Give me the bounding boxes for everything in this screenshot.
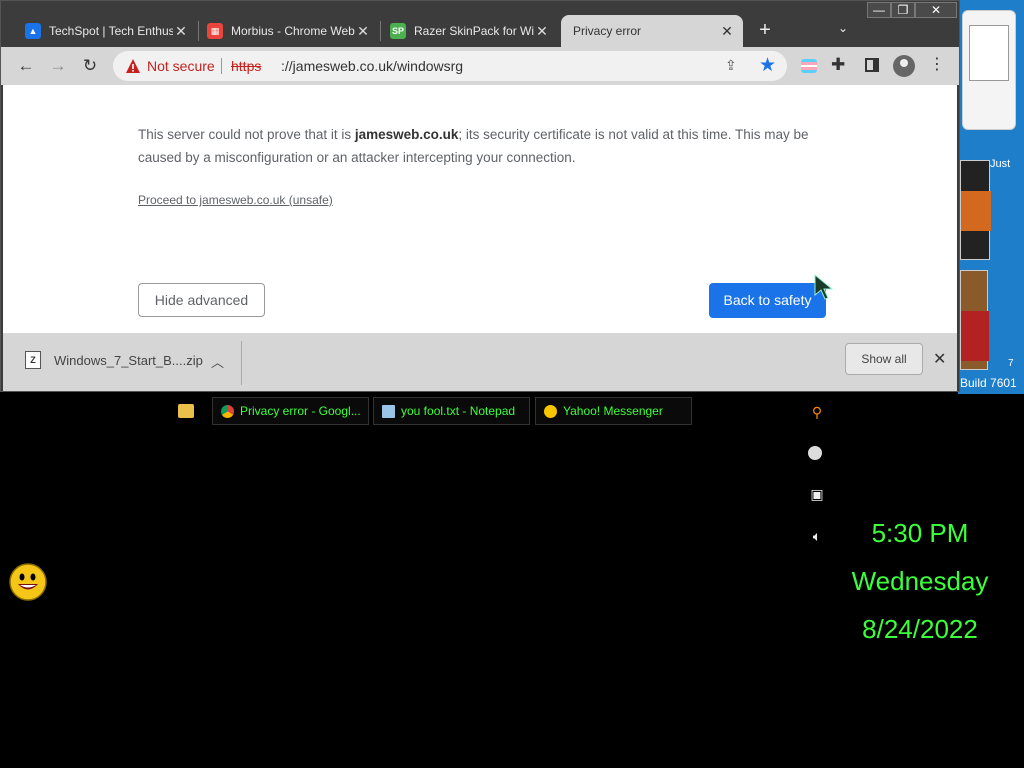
pride-flag-extension-icon[interactable] [801, 59, 817, 73]
folder-icon[interactable] [178, 404, 194, 418]
minimize-button[interactable]: — [867, 2, 891, 18]
close-tab-icon[interactable]: ✕ [355, 23, 371, 40]
windows-build-label: Build 7601 [960, 376, 1017, 390]
warning-triangle-icon [126, 59, 140, 73]
taskbar: Privacy error - Googl... you fool.txt - … [0, 394, 1024, 768]
download-filename[interactable]: Windows_7_Start_B....zip [54, 353, 203, 368]
tab-title: TechSpot | Tech Enthusiasts [49, 24, 173, 38]
tab-privacy-error[interactable]: Privacy error ✕ [561, 15, 743, 47]
taskbar-item-yahoo-messenger[interactable]: Yahoo! Messenger [535, 397, 692, 425]
close-tab-icon[interactable]: ✕ [534, 23, 550, 40]
explanation-text: This server could not prove that it is [138, 127, 355, 142]
chevron-up-icon[interactable]: ︿ [211, 352, 224, 371]
proceed-unsafe-link[interactable]: Proceed to jamesweb.co.uk (unsafe) [138, 193, 333, 207]
maximize-button[interactable]: ❐ [891, 2, 915, 18]
tab-title: Razer SkinPack for Windows [414, 24, 534, 38]
tab-title: Privacy error [573, 24, 642, 38]
mouse-cursor-icon [814, 273, 834, 300]
browser-window: ▲ TechSpot | Tech Enthusiasts ✕ ▦ Morbiu… [0, 0, 960, 392]
share-icon[interactable]: ⇪ [725, 57, 737, 74]
close-window-button[interactable]: ✕ [915, 2, 957, 18]
desktop: Just 7 Build 7601 ▲ TechSpot | Tech Enth… [0, 0, 1024, 768]
desktop-background-strip: Just 7 Build 7601 [958, 0, 1024, 394]
taskbar-item-chrome[interactable]: Privacy error - Googl... [212, 397, 369, 425]
desktop-label: 7 [1008, 358, 1014, 369]
tab-morbius[interactable]: ▦ Morbius - Chrome Web Store ✕ [199, 15, 379, 47]
hide-advanced-button[interactable]: Hide advanced [138, 283, 265, 317]
extensions-puzzle-icon[interactable]: ✚ [831, 55, 845, 75]
techspot-icon: ▲ [25, 23, 41, 39]
search-icon[interactable]: ⚲ [808, 404, 826, 422]
store-icon: ▦ [207, 23, 223, 39]
desktop-label: Just [990, 158, 1011, 170]
privacy-error-page: This server could not prove that it is j… [3, 85, 957, 333]
network-icon[interactable]: ▣ [808, 486, 826, 504]
forward-arrow-icon[interactable]: → [47, 55, 69, 77]
address-divider [221, 58, 222, 74]
reload-icon[interactable]: ↻ [79, 55, 101, 77]
url-scheme: https [231, 58, 262, 74]
new-tab-button[interactable]: + [753, 19, 777, 43]
chrome-icon [221, 404, 234, 418]
clock-date: 8/24/2022 [862, 614, 978, 644]
clock-day: Wednesday [851, 566, 989, 596]
tab-title: Morbius - Chrome Web Store [231, 24, 355, 38]
taskbar-item-label: Privacy error - Googl... [240, 404, 361, 418]
security-status-label[interactable]: Not secure [147, 58, 215, 74]
clock-time[interactable]: 5:30 PM [820, 518, 1020, 549]
back-to-safety-button[interactable]: Back to safety [709, 283, 826, 318]
smiley-emoticon-icon[interactable] [8, 562, 48, 602]
close-tab-icon[interactable]: ✕ [719, 23, 735, 40]
tab-techspot[interactable]: ▲ TechSpot | Tech Enthusiasts ✕ [17, 15, 197, 47]
messenger-status-icon[interactable] [808, 446, 822, 460]
side-panel-icon[interactable] [865, 58, 879, 72]
explanation-domain: jamesweb.co.uk [354, 127, 459, 142]
show-all-downloads-button[interactable]: Show all [845, 343, 923, 375]
certificate-explanation: This server could not prove that it is j… [138, 123, 838, 169]
notepad-icon [382, 404, 395, 418]
tab-search-chevron-icon[interactable]: ⌄ [831, 21, 855, 41]
back-arrow-icon[interactable]: ← [15, 55, 37, 77]
taskbar-item-notepad[interactable]: you fool.txt - Notepad [373, 397, 530, 425]
download-divider [241, 341, 242, 385]
profile-avatar-icon[interactable] [893, 55, 915, 77]
close-download-bar-icon[interactable]: ✕ [933, 349, 946, 369]
desktop-widget-thumbnail[interactable] [960, 270, 989, 370]
tab-strip: ▲ TechSpot | Tech Enthusiasts ✕ ▦ Morbiu… [1, 1, 959, 47]
download-bar: Z Windows_7_Start_B....zip ︿ Show all ✕ [3, 333, 957, 391]
tab-divider [380, 21, 381, 41]
url-text: ://jamesweb.co.uk/windowsrg [281, 58, 464, 74]
tab-razer-skinpack[interactable]: SP Razer SkinPack for Windows ✕ [382, 15, 558, 47]
browser-toolbar: ← → ↻ Not secure https ://jamesweb.co.uk… [1, 47, 959, 85]
desktop-widget-thumbnail[interactable] [962, 10, 1016, 130]
kebab-menu-icon[interactable]: ⋮ [927, 55, 947, 75]
taskbar-item-label: Yahoo! Messenger [563, 404, 663, 418]
bookmark-star-icon[interactable]: ★ [759, 54, 776, 77]
address-bar[interactable]: Not secure https ://jamesweb.co.uk/windo… [113, 51, 787, 81]
desktop-widget-thumbnail[interactable] [960, 160, 991, 260]
taskbar-item-label: you fool.txt - Notepad [401, 404, 516, 418]
zip-file-icon: Z [25, 351, 41, 369]
skinpack-icon: SP [390, 23, 406, 39]
yahoo-messenger-icon [544, 404, 557, 418]
close-tab-icon[interactable]: ✕ [173, 23, 189, 40]
